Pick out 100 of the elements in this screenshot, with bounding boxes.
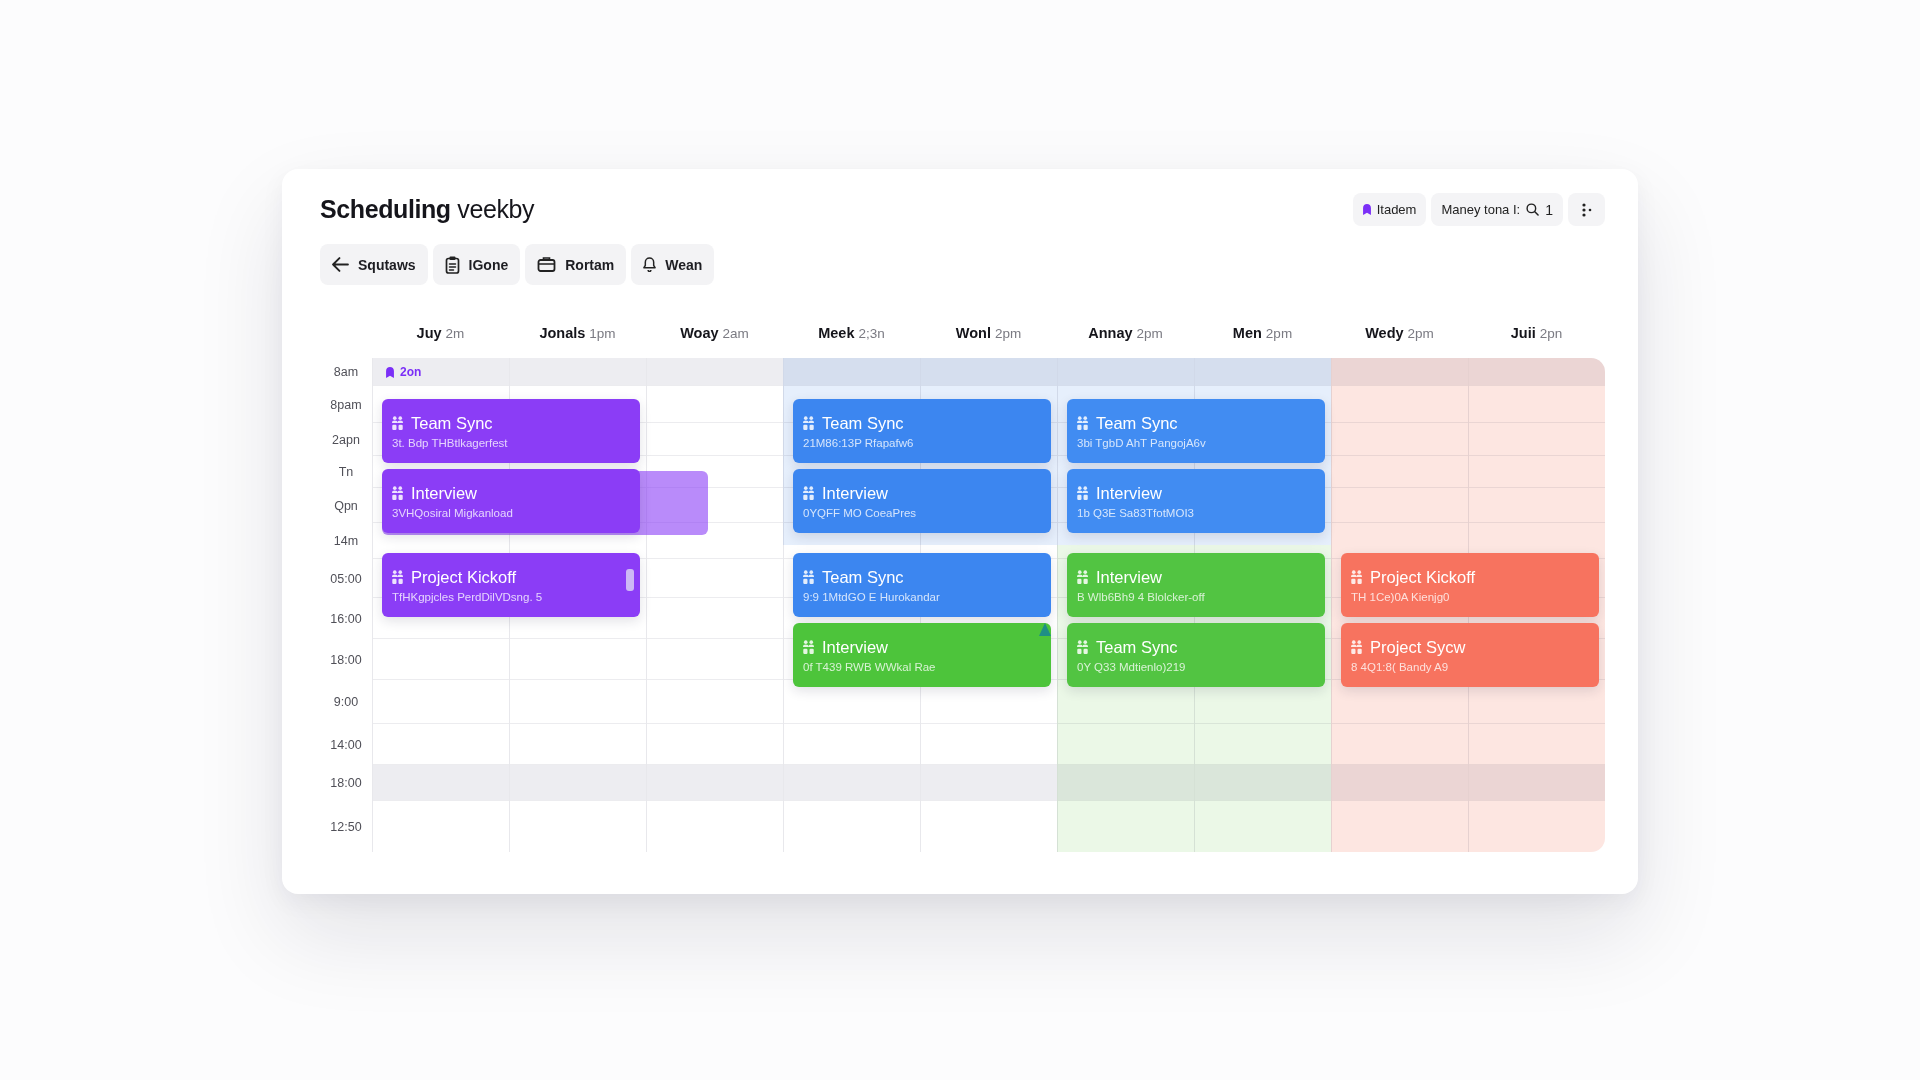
day-time: 2m <box>445 326 465 341</box>
event-title: Interview <box>822 483 889 503</box>
event-title: Team Sync <box>822 567 904 587</box>
people-icon <box>1351 640 1362 654</box>
all-day-event[interactable]: 2on <box>386 365 422 379</box>
people-icon <box>1077 416 1088 430</box>
briefcase-icon <box>537 257 557 272</box>
event-card[interactable]: Team Sync 21M86:13P Rfapafw6 <box>793 399 1051 463</box>
event-title: Team Sync <box>1096 637 1178 657</box>
event-subtitle: 21M86:13P Rfapafw6 <box>803 436 915 449</box>
time-label: 8am <box>333 365 359 379</box>
event-title: Project Sycw <box>1370 637 1466 657</box>
event-title: Team Sync <box>822 413 904 433</box>
time-label: 8pam <box>330 397 362 412</box>
people-icon <box>1077 570 1088 584</box>
event-card[interactable]: Project Sycw 8 4Q1:8( Bandy A9 <box>1341 623 1599 687</box>
event-subtitle: TfHKgpjcles PerdDilVDsng. 5 <box>392 590 544 603</box>
day-name: Meek <box>818 325 855 341</box>
toolbar-button[interactable]: Squtaws <box>320 244 428 285</box>
event-subtitle: 8 4Q1:8( Bandy A9 <box>1351 660 1450 673</box>
event-title: Interview <box>1096 483 1163 503</box>
people-icon <box>1077 640 1088 654</box>
day-time: 2am <box>722 326 749 341</box>
time-label: 18:00 <box>330 776 362 790</box>
event-title: Interview <box>411 483 478 503</box>
time-label: 2apn <box>332 432 360 447</box>
day-time: 2pm <box>1136 326 1163 341</box>
event-card[interactable]: Project Kickoff TH 1Ce)0A Kienjg0 <box>1341 553 1599 617</box>
time-label: 9:00 <box>333 695 359 709</box>
more-icon <box>1581 202 1592 217</box>
event-title: Interview <box>822 637 889 657</box>
time-label: 12:50 <box>330 819 362 834</box>
day-time: 2pn <box>1539 326 1563 341</box>
people-icon <box>1351 570 1362 584</box>
event-subtitle: 0Y Q33 Mdtienlo)219 <box>1077 660 1187 673</box>
bookmark-icon <box>1362 204 1371 215</box>
event-subtitle: 9:9 1MtdGO E Hurokandar <box>803 590 941 603</box>
time-label: 14m <box>333 534 359 548</box>
day-time: 2;3n <box>858 326 885 341</box>
day-name: Juy <box>416 325 442 341</box>
toolbar-button[interactable]: IGone <box>432 244 521 285</box>
people-icon <box>392 570 403 584</box>
day-time: 2pm <box>994 326 1022 341</box>
event-card[interactable]: Team Sync 9:9 1MtdGO E Hurokandar <box>793 553 1051 617</box>
event-title: Interview <box>1096 567 1163 587</box>
day-time: 1pm <box>589 326 616 341</box>
time-label: Tn <box>338 465 354 479</box>
triangle-icon <box>1039 623 1051 636</box>
event-card[interactable]: Team Sync 3t. Bdp THBtlkagerfest <box>382 399 640 463</box>
people-icon <box>803 640 814 654</box>
day-name: Jonals <box>539 325 586 341</box>
page-title: Scheduling veekby <box>320 195 535 224</box>
clipboard-icon <box>444 255 460 274</box>
back-arrow-icon <box>332 257 349 272</box>
event-subtitle: 3t. Bdp THBtlkagerfest <box>392 436 509 449</box>
bookmark-icon <box>386 366 394 378</box>
event-subtitle: 3bi TgbD AhT PangojA6v <box>1077 436 1207 449</box>
people-icon <box>392 486 403 500</box>
day-time: 2pm <box>1407 326 1434 341</box>
event-title: Team Sync <box>411 413 493 433</box>
time-label: 18:00 <box>330 652 362 667</box>
event-card[interactable]: Interview 3VHQosiral Migkanload <box>382 469 640 533</box>
more-button[interactable] <box>1568 193 1605 226</box>
result-count: 1 <box>1545 201 1553 218</box>
time-label: 16:00 <box>330 611 362 626</box>
time-label: 14:00 <box>330 737 362 752</box>
event-subtitle: 0f T439 RWB WWkal Rae <box>803 660 937 673</box>
event-card[interactable]: Project Kickoff TfHKgpjcles PerdDilVDsng. 5 <box>382 553 640 617</box>
toolbar-button[interactable]: Wean <box>631 244 715 285</box>
time-label: 05:00 <box>330 571 362 586</box>
handle-icon[interactable] <box>626 569 634 591</box>
bell-icon <box>643 257 657 272</box>
day-name: Juii <box>1510 325 1536 341</box>
event-subtitle: 3VHQosiral Migkanload <box>392 506 514 519</box>
event-subtitle: 0YQFF MO CoeaPres <box>803 506 918 519</box>
day-name: Wedy <box>1365 325 1404 341</box>
event-subtitle: B Wlb6Bh9 4 Blolcker-off <box>1077 590 1206 603</box>
user-chip[interactable]: Itadem <box>1352 193 1427 226</box>
day-time: 2pm <box>1265 326 1293 341</box>
event-title: Project Kickoff <box>1370 567 1476 587</box>
people-icon <box>803 486 814 500</box>
day-name: Wonl <box>955 325 991 341</box>
filter-button[interactable]: Maney tona I: 1 <box>1431 193 1563 226</box>
event-title: Project Kickoff <box>411 567 517 587</box>
people-icon <box>803 570 814 584</box>
time-label: Qpn <box>334 498 358 513</box>
event-card[interactable]: Team Sync 3bi TgbD AhT PangojA6v <box>1067 399 1325 463</box>
event-subtitle: 1b Q3E Sa83TfotMOI3 <box>1077 506 1195 519</box>
people-icon <box>803 416 814 430</box>
event-card[interactable]: Interview 0YQFF MO CoeaPres <box>793 469 1051 533</box>
day-name: Woay <box>680 325 719 341</box>
toolbar-button[interactable]: Rortam <box>525 244 627 285</box>
day-name: Men <box>1232 325 1262 341</box>
event-card[interactable]: Interview 1b Q3E Sa83TfotMOI3 <box>1067 469 1325 533</box>
people-icon <box>1077 486 1088 500</box>
people-icon <box>392 416 403 430</box>
day-name: Annay <box>1088 325 1133 341</box>
event-title: Team Sync <box>1096 413 1178 433</box>
event-subtitle: TH 1Ce)0A Kienjg0 <box>1351 590 1451 603</box>
search-icon <box>1526 203 1540 216</box>
